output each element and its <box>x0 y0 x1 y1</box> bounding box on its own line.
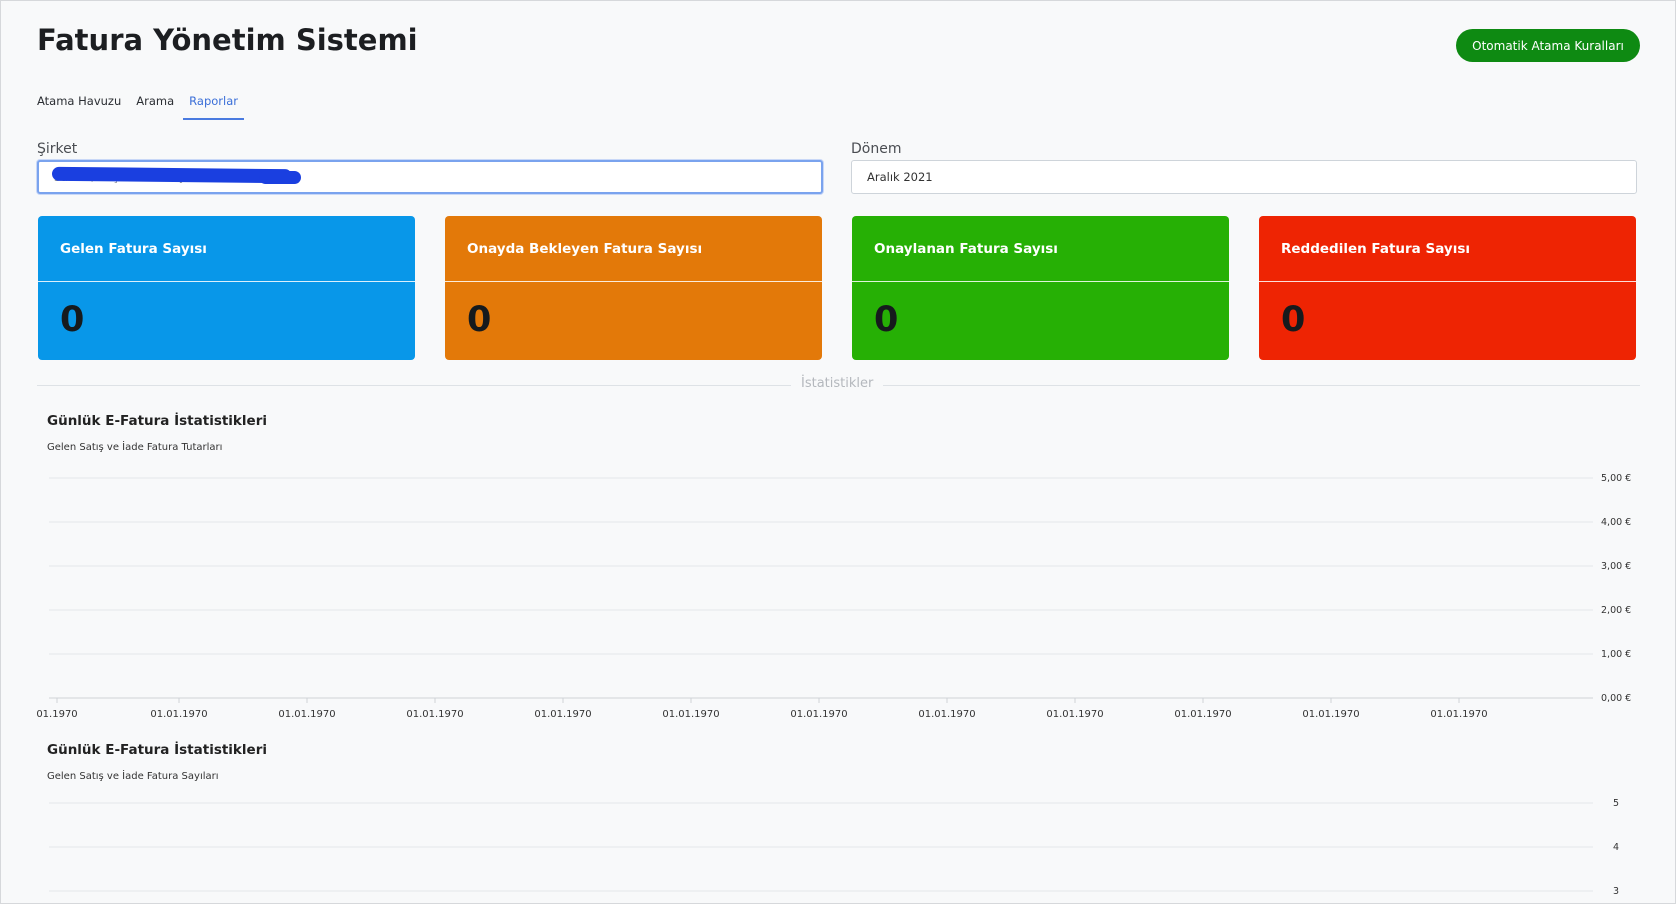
company-select[interactable]: Savan / Coşkun Hızlı Sıyıtı... - 2140... <box>37 160 823 194</box>
page: Fatura Yönetim Sistemi Otomatik Atama Ku… <box>0 0 1676 904</box>
tab-arama[interactable]: Arama <box>136 92 174 120</box>
card-title: Gelen Fatura Sayısı <box>38 216 415 282</box>
section-divider-label: İstatistikler <box>791 376 884 391</box>
card-title: Onayda Bekleyen Fatura Sayısı <box>445 216 822 282</box>
period-label: Dönem <box>851 141 902 157</box>
card-value: 0 <box>1281 300 1306 340</box>
card-value: 0 <box>874 300 899 340</box>
x-tick-label: 01.01.1970 <box>1430 709 1487 720</box>
x-tick-label: 01.01.1970 <box>662 709 719 720</box>
card-title: Onaylanan Fatura Sayısı <box>852 216 1229 282</box>
redaction-mark <box>259 171 301 184</box>
approved-invoice-card: Onaylanan Fatura Sayısı 0 <box>852 216 1229 360</box>
y-tick-label: 4,00 € <box>1601 517 1631 528</box>
tab-raporlar[interactable]: Raporlar <box>183 92 244 120</box>
y-tick-label: 5,00 € <box>1601 473 1631 484</box>
chart-2-subtitle: Gelen Satış ve İade Fatura Sayıları <box>47 771 219 782</box>
x-tick-label: 01.1970 <box>36 709 77 720</box>
x-tick-label: 01.01.1970 <box>1302 709 1359 720</box>
x-tick-label: 01.01.1970 <box>1174 709 1231 720</box>
x-tick-label: 01.01.1970 <box>790 709 847 720</box>
chart-1-title: Günlük E-Fatura İstatistikleri <box>47 413 267 429</box>
y-tick-label: 4 <box>1613 842 1619 853</box>
x-tick-label: 01.01.1970 <box>278 709 335 720</box>
period-value: Aralık 2021 <box>867 170 933 184</box>
amounts-chart: 0,00 € 1,00 € 2,00 € 3,00 € 4,00 € 5,00 € 01.1… <box>36 473 1631 720</box>
y-tick-label: 0,00 € <box>1601 693 1631 704</box>
y-tick-label: 3 <box>1613 886 1619 897</box>
chart-1-subtitle: Gelen Satış ve İade Fatura Tutarları <box>47 442 223 453</box>
x-tick-label: 01.01.1970 <box>406 709 463 720</box>
redaction-mark <box>51 166 293 184</box>
x-tick-label: 01.01.1970 <box>150 709 207 720</box>
counts-chart: 5 4 3 <box>49 798 1619 897</box>
incoming-invoice-card: Gelen Fatura Sayısı 0 <box>38 216 415 360</box>
card-title: Reddedilen Fatura Sayısı <box>1259 216 1636 282</box>
card-value: 0 <box>467 300 492 340</box>
pending-invoice-card: Onayda Bekleyen Fatura Sayısı 0 <box>445 216 822 360</box>
period-select[interactable]: Aralık 2021 <box>851 160 1637 194</box>
tab-atama-havuzu[interactable]: Atama Havuzu <box>37 92 121 120</box>
y-tick-label: 3,00 € <box>1601 561 1631 572</box>
y-tick-label: 5 <box>1613 798 1619 809</box>
x-tick-label: 01.01.1970 <box>534 709 591 720</box>
y-tick-label: 2,00 € <box>1601 605 1631 616</box>
card-value: 0 <box>60 300 85 340</box>
page-title: Fatura Yönetim Sistemi <box>37 23 418 57</box>
x-tick-label: 01.01.1970 <box>1046 709 1103 720</box>
tab-bar: Atama Havuzu Arama Raporlar <box>37 92 253 120</box>
auto-assign-rules-button[interactable]: Otomatik Atama Kuralları <box>1456 29 1640 62</box>
rejected-invoice-card: Reddedilen Fatura Sayısı 0 <box>1259 216 1636 360</box>
y-tick-label: 1,00 € <box>1601 649 1631 660</box>
x-tick-label: 01.01.1970 <box>918 709 975 720</box>
chart-2-title: Günlük E-Fatura İstatistikleri <box>47 742 267 758</box>
company-label: Şirket <box>37 141 78 157</box>
